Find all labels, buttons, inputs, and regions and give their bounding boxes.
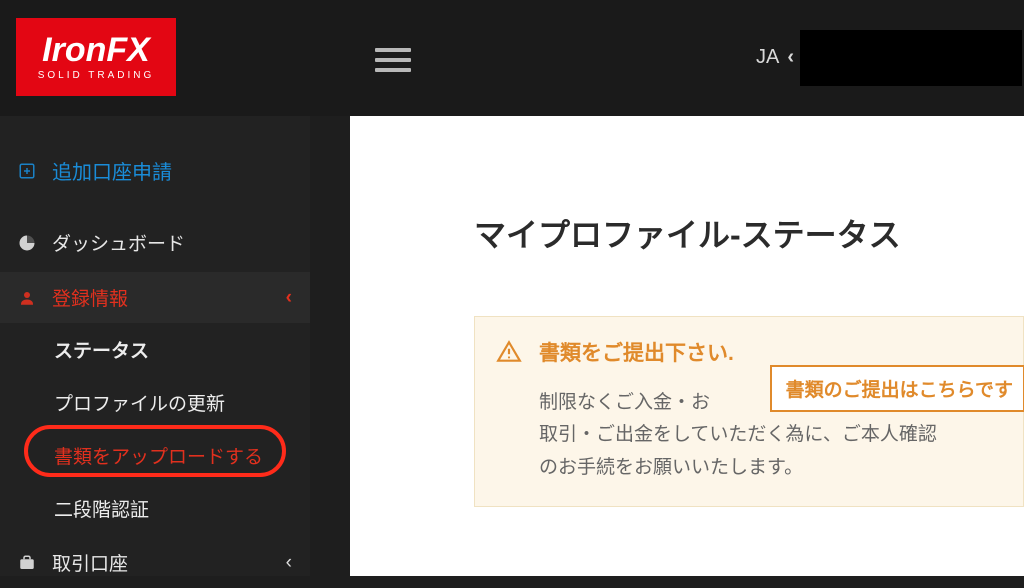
sidebar-label: ステータス xyxy=(54,341,149,362)
submit-documents-button[interactable]: 書類のご提出はこちらです xyxy=(770,365,1024,412)
sidebar-sub-two-factor[interactable]: 二段階認証 xyxy=(0,482,310,535)
pie-chart-icon xyxy=(16,234,38,252)
user-account-box[interactable] xyxy=(800,30,1022,86)
sidebar-sub-profile-update[interactable]: プロファイルの更新 xyxy=(0,376,310,429)
sidebar-item-add-account[interactable]: 追加口座申請 xyxy=(0,116,310,207)
notice-line: のお手続をお願いいたします。 xyxy=(539,457,803,478)
sidebar-label: 追加口座申請 xyxy=(52,156,172,185)
user-circle-icon xyxy=(16,289,38,307)
top-bar: IronFX SOLID TRADING JA ‹ xyxy=(0,0,1024,116)
sidebar-label: 登録情報 xyxy=(52,284,128,311)
sidebar-sub-status[interactable]: ステータス xyxy=(0,323,310,376)
chevron-left-icon: ‹ xyxy=(286,287,292,309)
sidebar-sub-upload-documents[interactable]: 書類をアップロードする xyxy=(0,429,310,482)
logo-brand-text: IronFX xyxy=(42,33,150,67)
brand-logo[interactable]: IronFX SOLID TRADING xyxy=(16,18,176,96)
logo-tagline: SOLID TRADING xyxy=(38,71,155,81)
sidebar-item-dashboard[interactable]: ダッシュボード xyxy=(0,207,310,272)
sidebar-label: 取引口座 xyxy=(52,549,128,576)
notice-line: 取引・ご出金をしていただく為に、ご本人確認 xyxy=(539,424,937,445)
notice-title-text: 書類をご提出下さい. xyxy=(539,337,734,367)
chevron-left-icon: ‹ xyxy=(787,46,794,69)
briefcase-icon xyxy=(16,554,38,572)
notice-panel: 書類をご提出下さい. 制限なくご入金・お 取引・ご出金をしていただく為に、ご本人… xyxy=(474,316,1024,507)
language-selector[interactable]: JA ‹ xyxy=(756,46,794,69)
language-label: JA xyxy=(756,46,779,69)
sidebar-item-registration[interactable]: 登録情報 ‹ xyxy=(0,272,310,323)
warning-triangle-icon xyxy=(495,339,523,365)
main-content: マイプロファイル-ステータス 書類をご提出下さい. 制限なくご入金・お 取引・ご… xyxy=(350,116,1024,576)
sidebar-label: ダッシュボード xyxy=(52,229,185,256)
sidebar: 追加口座申請 ダッシュボード 登録情報 ‹ ステータス プロファイルの更新 書類… xyxy=(0,116,310,576)
hamburger-menu-icon[interactable] xyxy=(375,48,411,72)
sidebar-label: プロファイルの更新 xyxy=(54,394,225,415)
sidebar-label: 二段階認証 xyxy=(54,500,149,521)
chevron-left-icon: ‹ xyxy=(286,552,292,574)
sidebar-item-trade-account[interactable]: 取引口座 ‹ xyxy=(0,535,310,588)
notice-line: 制限なくご入金・お xyxy=(539,392,710,413)
notice-heading: 書類をご提出下さい. xyxy=(495,337,1001,367)
plus-square-icon xyxy=(16,162,38,180)
page-title: マイプロファイル-ステータス xyxy=(350,116,1024,256)
sidebar-label: 書類をアップロードする xyxy=(54,447,263,468)
